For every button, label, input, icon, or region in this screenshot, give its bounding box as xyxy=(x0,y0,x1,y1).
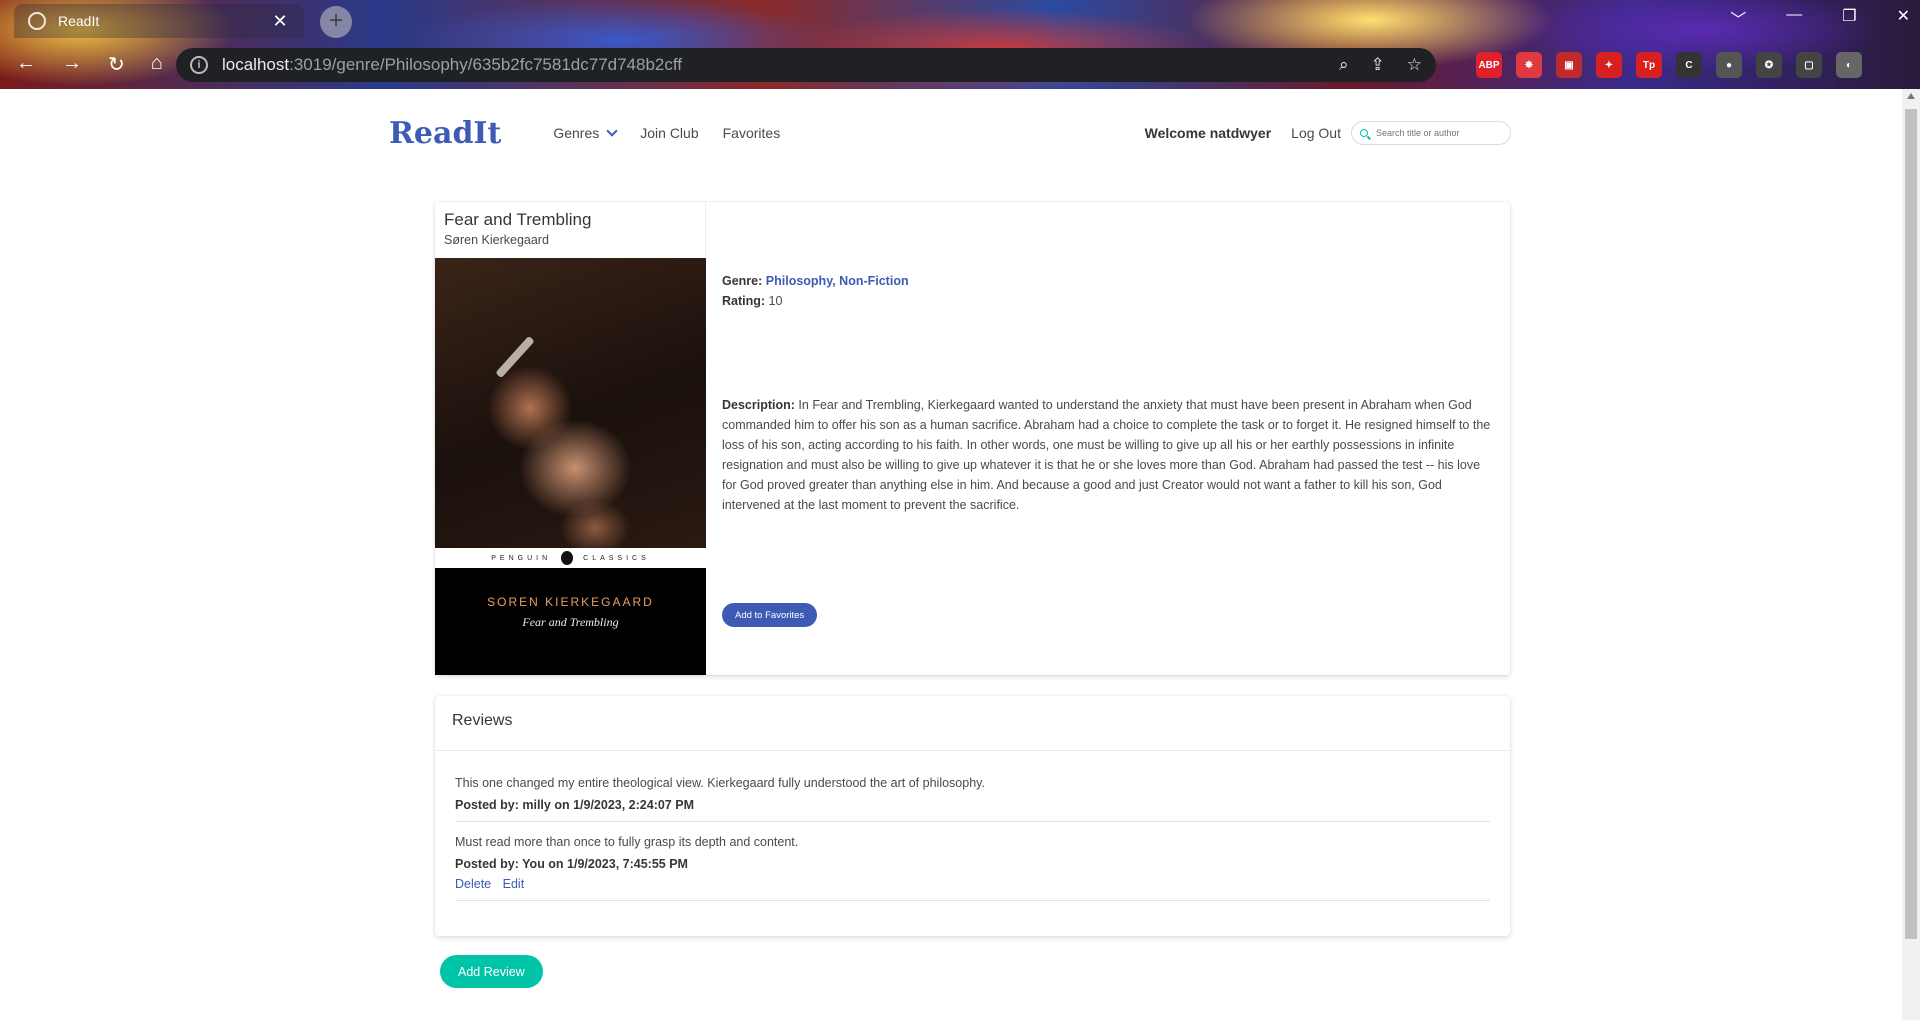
search-box[interactable] xyxy=(1351,121,1511,145)
brand-logo[interactable]: ReadIt xyxy=(389,116,501,151)
scrollbar[interactable] xyxy=(1902,89,1920,1020)
reviews-card: Reviews This one changed my entire theol… xyxy=(435,696,1510,936)
restore-icon[interactable]: ❐ xyxy=(1842,6,1856,30)
book-card: Fear and Trembling Søren Kierkegaard PEN… xyxy=(435,202,1510,675)
extension-icon[interactable]: Tp xyxy=(1636,52,1662,78)
cover-painting xyxy=(435,258,706,548)
cover-knife-detail xyxy=(495,335,535,379)
extension-icon[interactable]: ABP xyxy=(1476,52,1502,78)
edit-review-link[interactable]: Edit xyxy=(503,877,525,891)
nav-join-club[interactable]: Join Club xyxy=(640,125,698,141)
share-icon[interactable]: ⇪ xyxy=(1371,55,1385,75)
book-title: Fear and Trembling xyxy=(444,210,592,229)
minimize-icon[interactable]: — xyxy=(1786,6,1802,30)
rating-label: Rating: xyxy=(722,294,766,308)
tab-favicon-icon xyxy=(28,12,46,30)
cover-series-left: PENGUIN xyxy=(491,554,552,562)
review-text: This one changed my entire theological v… xyxy=(455,776,985,790)
genre-label: Genre: xyxy=(722,274,763,288)
url-host: localhost xyxy=(222,55,290,74)
extension-icon[interactable]: ◐ xyxy=(1836,52,1862,78)
extension-icon[interactable]: ✪ xyxy=(1756,52,1782,78)
rating-line: Rating: 10 xyxy=(722,294,782,308)
site-info-icon[interactable]: i xyxy=(190,56,208,74)
extension-icon[interactable]: ✦ xyxy=(1596,52,1622,78)
logout-link[interactable]: Log Out xyxy=(1291,125,1341,141)
omnibox-actions: ⌕ ⇪ ☆ xyxy=(1339,55,1422,75)
nav-genres-dropdown[interactable]: Genres xyxy=(553,125,618,141)
add-to-favorites-button[interactable]: Add to Favorites xyxy=(722,603,818,627)
delete-review-link[interactable]: Delete xyxy=(455,877,491,891)
genre-line: Genre: Philosophy, Non-Fiction xyxy=(722,274,909,288)
url-path: :3019/genre/Philosophy/635b2fc7581dc77d7… xyxy=(289,55,683,74)
review-item: This one changed my entire theological v… xyxy=(455,776,1490,822)
review-text: Must read more than once to fully grasp … xyxy=(455,835,799,849)
review-actions: Delete Edit xyxy=(455,877,1490,891)
scroll-up-arrow-icon[interactable] xyxy=(1907,93,1915,99)
zoom-icon[interactable]: ⌕ xyxy=(1339,55,1349,75)
tab-title: ReadIt xyxy=(58,13,100,29)
nav-favorites[interactable]: Favorites xyxy=(723,125,781,141)
description: Description: In Fear and Trembling, Kier… xyxy=(722,395,1497,515)
book-author: Søren Kierkegaard xyxy=(444,233,549,247)
extension-icon[interactable]: ▢ xyxy=(1796,52,1822,78)
reload-icon[interactable]: ↻ xyxy=(108,52,125,77)
description-label: Description: xyxy=(722,398,795,412)
nav-genres-label: Genres xyxy=(553,125,600,141)
cover-author: SOREN KIERKEGAARD xyxy=(487,595,654,609)
search-icon xyxy=(1360,129,1368,137)
window-controls: ﹀ — ❐ ✕ xyxy=(1730,6,1910,30)
review-meta: Posted by: milly on 1/9/2023, 2:24:07 PM xyxy=(455,798,694,812)
book-cover-image: PENGUIN CLASSICS SOREN KIERKEGAARD Fear … xyxy=(435,258,706,675)
browser-chrome: ReadIt ✕ + ﹀ — ❐ ✕ ← → ↻ ⌂ i localhost:3… xyxy=(0,0,1920,89)
browser-tab[interactable]: ReadIt ✕ xyxy=(14,4,304,38)
description-text: In Fear and Trembling, Kierkegaard wante… xyxy=(722,398,1491,512)
site-navbar: ReadIt Genres Join Club Favorites Welcom… xyxy=(389,113,1511,153)
scrollbar-thumb[interactable] xyxy=(1905,109,1917,939)
back-icon[interactable]: ← xyxy=(16,52,36,77)
page-viewport: ReadIt Genres Join Club Favorites Welcom… xyxy=(0,89,1920,1020)
nav-user-area: Welcome natdwyer Log Out xyxy=(1145,121,1511,145)
search-input[interactable] xyxy=(1376,128,1496,138)
chevron-down-icon xyxy=(606,125,618,137)
penguin-logo-icon xyxy=(561,551,574,565)
close-window-icon[interactable]: ✕ xyxy=(1897,6,1910,30)
new-tab-button[interactable]: + xyxy=(320,6,352,38)
book-details: Genre: Philosophy, Non-Fiction Rating: 1… xyxy=(722,202,1497,675)
welcome-text: Welcome natdwyer xyxy=(1144,125,1272,141)
rating-value: 10 xyxy=(768,294,783,308)
address-bar[interactable]: i localhost:3019/genre/Philosophy/635b2f… xyxy=(176,48,1436,82)
genre-value[interactable]: Philosophy, Non-Fiction xyxy=(766,274,909,288)
add-review-button[interactable]: Add Review xyxy=(440,955,543,988)
url-text[interactable]: localhost:3019/genre/Philosophy/635b2fc7… xyxy=(222,55,1339,75)
navigation-buttons: ← → ↻ ⌂ xyxy=(16,52,163,77)
extensions-bar: ABP ✸ ▣ ✦ Tp C ● ✪ ▢ ◐ xyxy=(1476,52,1862,78)
cover-series-right: CLASSICS xyxy=(583,554,650,562)
book-cover-panel: Fear and Trembling Søren Kierkegaard PEN… xyxy=(435,202,706,675)
review-meta: Posted by: You on 1/9/2023, 7:45:55 PM xyxy=(455,857,688,871)
extension-icon[interactable]: ▣ xyxy=(1556,52,1582,78)
forward-icon[interactable]: → xyxy=(62,52,82,77)
extension-icon[interactable]: ✸ xyxy=(1516,52,1542,78)
tab-close-icon[interactable]: ✕ xyxy=(270,11,290,32)
reviews-heading: Reviews xyxy=(435,696,1510,751)
bookmark-star-icon[interactable]: ☆ xyxy=(1407,55,1422,75)
home-icon[interactable]: ⌂ xyxy=(151,52,163,77)
cover-title: Fear and Trembling xyxy=(522,615,619,629)
cover-series-band: PENGUIN CLASSICS xyxy=(435,548,706,568)
review-item: Must read more than once to fully grasp … xyxy=(455,835,1490,901)
tab-search-icon[interactable]: ﹀ xyxy=(1730,6,1746,30)
extension-icon[interactable]: C xyxy=(1676,52,1702,78)
extension-icon[interactable]: ● xyxy=(1716,52,1742,78)
